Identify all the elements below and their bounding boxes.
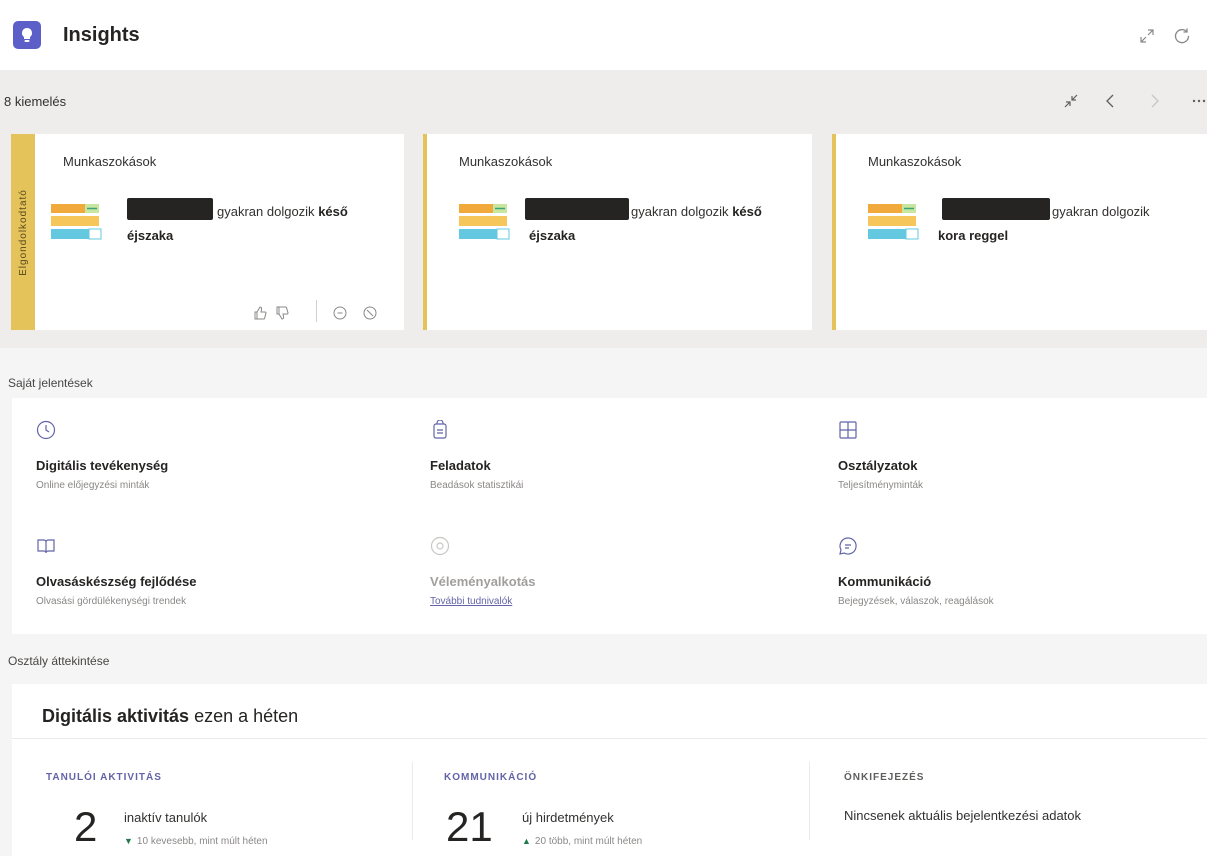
card-title: Munkaszokások: [63, 154, 157, 169]
report-description: Teljesítményminták: [838, 480, 924, 491]
redacted-student-name: [942, 198, 1050, 220]
report-description: Olvasási gördülékenységi trendek: [36, 596, 187, 607]
overview-student-activity[interactable]: TANULÓI AKTIVITÁS 2 inaktív tanulók ▼ 10 …: [46, 758, 406, 856]
grid-icon: [838, 420, 858, 440]
card-title: Munkaszokások: [459, 154, 553, 169]
books-illustration: [459, 204, 511, 245]
report-name: Digitális tevékenység: [36, 458, 169, 473]
report-reflect[interactable]: Véleményalkotás További tudnivalók: [430, 536, 810, 636]
books-illustration: [51, 204, 103, 245]
more-icon[interactable]: [1188, 90, 1207, 112]
feedback-divider: [316, 300, 317, 322]
metric-label: új hirdetmények: [522, 810, 614, 825]
card-text: gyakran dolgozik késő: [217, 204, 348, 219]
app-header: Insights: [0, 0, 1207, 70]
divider: [12, 738, 1207, 739]
column-caption: TANULÓI AKTIVITÁS: [46, 772, 162, 783]
card-accent: [832, 134, 836, 330]
highlight-card[interactable]: Munkaszokások gyakran dolgozik késő éjsz…: [423, 134, 812, 330]
clipboard-icon: [430, 419, 450, 440]
collapse-icon[interactable]: [1060, 90, 1082, 112]
expand-icon[interactable]: [1135, 24, 1159, 48]
column-caption: ÖNKIFEJEZÉS: [844, 772, 925, 783]
overview-section-header: Osztály áttekintése: [0, 634, 1207, 684]
report-description: Bejegyzések, válaszok, reagálások: [838, 596, 994, 607]
chevron-right-icon[interactable]: [1144, 90, 1166, 112]
snooze-icon[interactable]: [361, 304, 379, 322]
reports-section-header: Saját jelentések: [0, 348, 1207, 398]
app-title: Insights: [63, 24, 140, 46]
refresh-icon[interactable]: [1170, 24, 1194, 48]
report-communication[interactable]: Kommunikáció Bejegyzések, válaszok, reag…: [838, 536, 1207, 636]
card-text-line2: éjszaka: [127, 228, 174, 243]
report-reading-progress[interactable]: Olvasáskészség fejlődése Olvasási gördül…: [36, 536, 416, 636]
card-text-line2: kora reggel: [938, 228, 1009, 243]
reports-panel: Digitális tevékenység Online előjegyzési…: [12, 398, 1207, 634]
report-name: Véleményalkotás: [430, 574, 536, 589]
overview-communication[interactable]: KOMMUNIKÁCIÓ 21 új hirdetmények ▲ 20 több…: [444, 758, 804, 856]
card-text: gyakran dolgozik késő: [631, 204, 762, 219]
overview-title: Digitális aktivitás ezen a héten: [42, 706, 299, 726]
card-title: Munkaszokások: [868, 154, 962, 169]
section-heading: Osztály áttekintése: [8, 654, 110, 668]
clock-icon: [36, 420, 56, 440]
card-side-label: Elgondolkodtató: [11, 134, 35, 330]
highlight-card[interactable]: Munkaszokások gyakran dolgozik kora regg…: [832, 134, 1207, 330]
report-assignments[interactable]: Feladatok Beadások statisztikái: [430, 419, 810, 520]
highlight-card[interactable]: Elgondolkodtató Munkaszokások gyakran do…: [11, 134, 404, 330]
highlights-bar: 8 kiemelés: [0, 70, 1207, 132]
metric-number: 21: [446, 803, 493, 850]
overview-self-expression[interactable]: ÖNKIFEJEZÉS Nincsenek aktuális bejelentk…: [844, 758, 1204, 856]
report-name: Osztályzatok: [838, 458, 918, 473]
highlight-cards: Elgondolkodtató Munkaszokások gyakran do…: [0, 132, 1207, 348]
report-description: Online előjegyzési minták: [36, 480, 150, 491]
thumbs-down-icon[interactable]: [273, 304, 291, 322]
card-text: gyakran dolgozik: [1052, 204, 1150, 219]
report-description: Beadások statisztikái: [430, 480, 524, 491]
card-accent: [423, 134, 427, 330]
down-arrow-icon: ▼: [124, 836, 133, 846]
redacted-student-name: [525, 198, 629, 220]
report-name: Olvasáskészség fejlődése: [36, 574, 197, 589]
class-overview-panel: Digitális aktivitás ezen a héten TANULÓI…: [12, 684, 1207, 856]
report-digital-activity[interactable]: Digitális tevékenység Online előjegyzési…: [36, 420, 416, 520]
chat-icon: [838, 536, 858, 556]
learn-more-link[interactable]: További tudnivalók: [430, 596, 512, 607]
no-data-message: Nincsenek aktuális bejelentkezési adatok: [844, 808, 1082, 823]
reflect-icon: [430, 536, 450, 556]
metric-number: 2: [74, 803, 98, 850]
insights-app-icon: [13, 21, 41, 49]
metric-label: inaktív tanulók: [124, 810, 208, 825]
redacted-student-name: [127, 198, 213, 220]
column-caption: KOMMUNIKÁCIÓ: [444, 772, 538, 783]
book-icon: [36, 536, 56, 556]
comment-icon[interactable]: [331, 304, 349, 322]
thumbs-up-icon[interactable]: [251, 304, 269, 322]
up-arrow-icon: ▲: [522, 836, 531, 846]
metric-delta: ▼ 10 kevesebb, mint múlt héten: [124, 836, 268, 847]
metric-delta: ▲ 20 több, mint múlt héten: [522, 836, 643, 847]
report-grades[interactable]: Osztályzatok Teljesítményminták: [838, 420, 1207, 520]
column-separator: [412, 762, 413, 840]
chevron-left-icon[interactable]: [1099, 90, 1121, 112]
section-heading: Saját jelentések: [8, 376, 93, 390]
report-name: Feladatok: [430, 458, 491, 473]
highlights-count: 8 kiemelés: [4, 94, 67, 109]
report-name: Kommunikáció: [838, 574, 932, 589]
column-separator: [809, 762, 810, 840]
books-illustration: [868, 204, 920, 245]
card-text-line2: éjszaka: [529, 228, 576, 243]
